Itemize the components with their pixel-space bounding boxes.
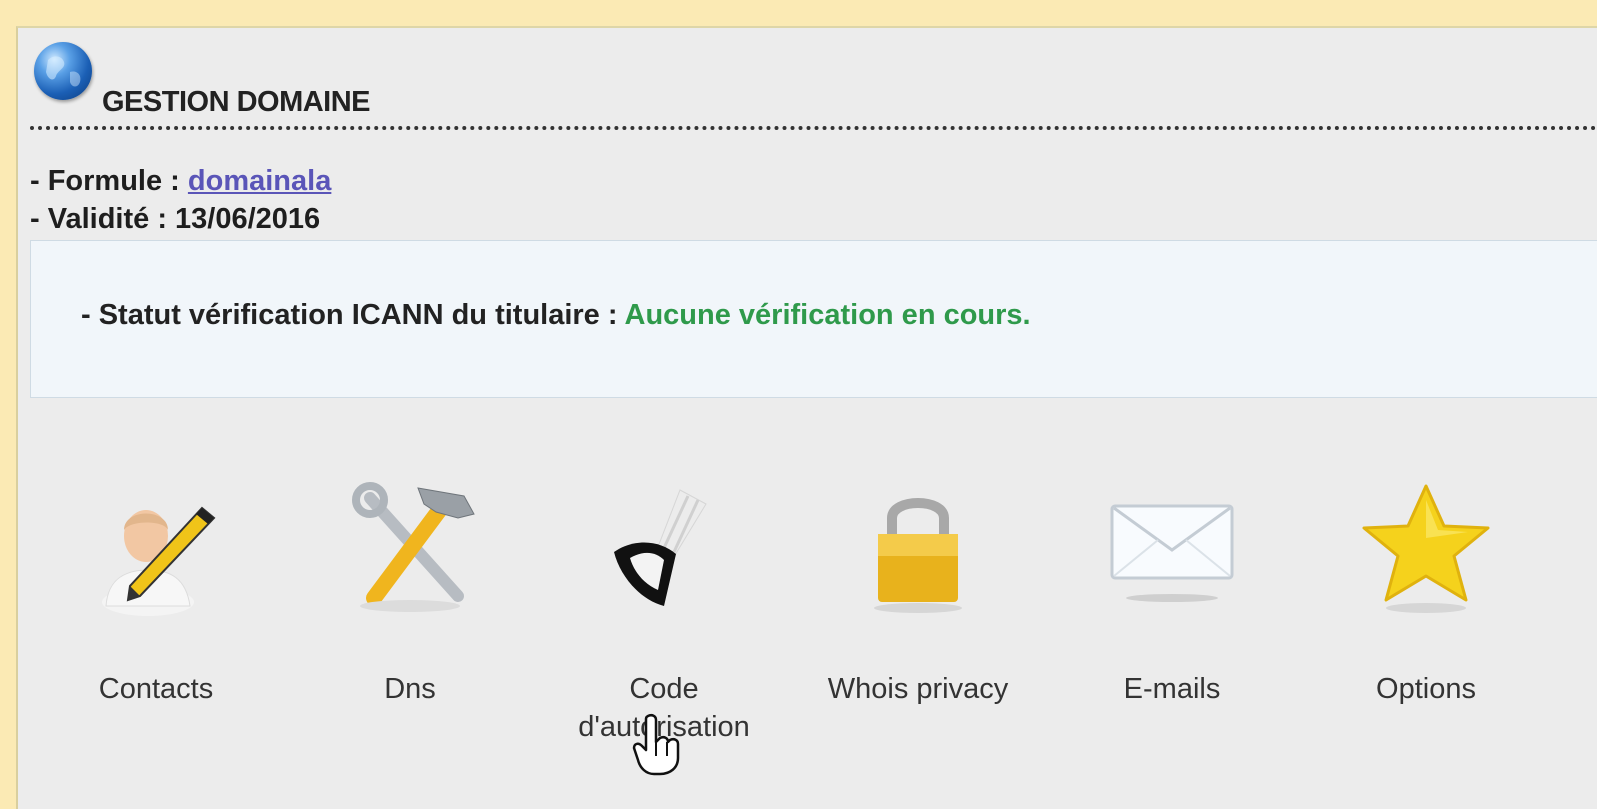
icann-status-value: Aucune vérification en cours. [624,299,1031,331]
icann-status-line: - Statut vérification ICANN du titulaire… [81,299,1031,332]
key-icon [594,478,734,618]
formule-link[interactable]: domainala [188,165,331,197]
tile-options[interactable]: Options [1306,478,1546,778]
validite-row: - Validité : 13/06/2016 [30,200,331,238]
header-divider [30,126,1597,130]
page-title: GESTION DOMAINE [102,86,371,118]
tile-label: E-mails [1123,673,1221,705]
formule-label: - Formule : [30,165,180,197]
contact-edit-icon [86,478,226,618]
tile-dns[interactable]: Dns [290,478,530,778]
envelope-icon [1102,478,1242,618]
icann-status-label: - Statut vérification ICANN du titulaire… [81,299,618,331]
tile-label: Whois privacy [827,673,1009,705]
lock-icon [848,478,988,618]
domain-info: - Formule : domainala - Validité : 13/06… [30,162,331,238]
validite-value: 13/06/2016 [175,203,321,235]
tile-label: Options [1376,673,1476,705]
action-tiles: Contacts Dns Code d'autorisation Whois p… [18,478,1597,778]
tile-label: Dns [384,673,436,705]
tile-contacts[interactable]: Contacts [36,478,276,778]
hand-cursor-icon [630,712,686,781]
tile-label: Contacts [98,673,214,705]
tile-emails[interactable]: E-mails [1052,478,1292,778]
tile-label-line1: Code [629,673,699,705]
globe-icon [34,42,92,100]
tools-icon [340,478,480,618]
tile-whois-privacy[interactable]: Whois privacy [798,478,1038,778]
domain-management-panel: GESTION DOMAINE - Formule : domainala - … [16,26,1597,809]
formule-row: - Formule : domainala [30,162,331,200]
icann-status-box: - Statut vérification ICANN du titulaire… [30,240,1597,398]
validite-label: - Validité : [30,203,167,235]
panel-header: GESTION DOMAINE [30,40,1597,130]
star-icon [1356,478,1496,618]
